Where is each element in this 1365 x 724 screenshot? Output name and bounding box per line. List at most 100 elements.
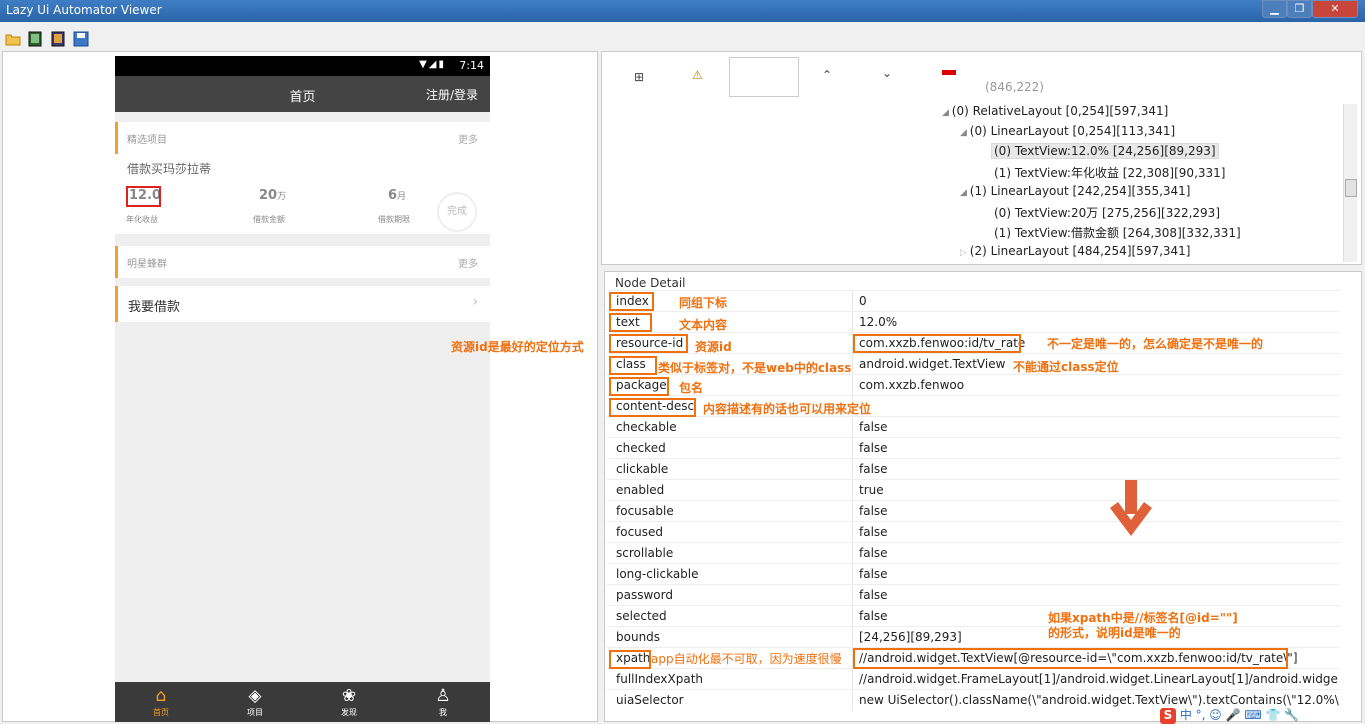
device-screenshot-icon[interactable] [27, 31, 43, 47]
tree-scrollbar[interactable] [1343, 104, 1357, 262]
project-card[interactable]: 借款买玛莎拉蒂 12.0 年化收益 20万 借款金额 6月 借款期限 [115, 154, 490, 234]
hierarchy-tree[interactable]: ◢ (0) RelativeLayout [0,254][597,341] ◢ … [602, 102, 1342, 262]
detail-row[interactable]: password false [606, 584, 1340, 606]
nav-home[interactable]: ⌂ 首页 [131, 685, 191, 718]
detail-value[interactable]: true [859, 483, 1339, 497]
highlight-resource-id-key [609, 334, 688, 353]
chevron-down-icon[interactable]: ⌄ [882, 66, 892, 80]
column-divider [852, 564, 853, 585]
highlight-text [609, 313, 652, 332]
period-label: 借款期限 [378, 215, 410, 224]
window-title: Lazy Ui Automator Viewer [6, 3, 162, 17]
detail-row[interactable]: clickable false [606, 458, 1340, 480]
ime-toolbar[interactable]: S 中 °, ☺ 🎤 ⌨ 👕 🔧 [1160, 706, 1365, 724]
annotation-package: 包名 [679, 381, 704, 395]
detail-value[interactable]: false [859, 567, 1339, 581]
detail-row[interactable]: fullIndexXpath //android.widget.FrameLayo… [606, 668, 1340, 690]
loan-row-label: 我要借款 [128, 300, 181, 315]
annotation-text: 文本内容 [679, 318, 728, 332]
detail-row[interactable]: focused false [606, 521, 1340, 543]
detail-value[interactable]: false [859, 462, 1339, 476]
project-name: 借款买玛莎拉蒂 [127, 162, 212, 176]
amount-value: 20万 [259, 188, 287, 203]
detail-value[interactable]: com.xxzb.fenwoo [859, 378, 1339, 392]
nav-projects[interactable]: ◈ 项目 [225, 685, 285, 718]
tree-node[interactable]: (0) TextView:20万 [275,256][322,293] [994, 204, 1220, 221]
tree-node-selected[interactable]: (0) TextView:12.0% [24,256][89,293] [991, 143, 1219, 159]
hierarchy-pane: ⊞ ⚠ ⌃ ⌄ (846,222) ◢ (0) RelativeLayout [… [601, 51, 1362, 265]
tree-node[interactable]: ◢ (0) LinearLayout [0,254][113,341] [960, 124, 1175, 138]
sogou-icon[interactable]: S [1160, 708, 1176, 724]
period-value: 6月 [388, 188, 407, 203]
column-divider [852, 501, 853, 522]
tree-node[interactable]: (1) TextView:借款金额 [264,308][332,331] [994, 224, 1241, 241]
nav-me[interactable]: ♙ 我 [413, 685, 473, 718]
login-link[interactable]: 注册/登录 [426, 86, 478, 103]
section-stars-more[interactable]: 更多 [458, 255, 478, 270]
column-divider [852, 690, 853, 711]
nav-discover[interactable]: ❀ 发现 [319, 685, 379, 718]
phone-screen[interactable]: ▼◢▮ 7:14 首页 注册/登录 精选项目 更多 借款买玛莎拉蒂 12.0 年… [115, 56, 490, 722]
detail-key: long-clickable [616, 567, 699, 581]
folder-open-icon[interactable] [5, 31, 21, 47]
ime-icons[interactable]: 中 °, ☺ 🎤 ⌨ 👕 🔧 [1180, 708, 1299, 722]
expand-all-icon[interactable]: ⊞ [634, 70, 644, 84]
annotation-class: 类似于标签对，不是web中的class [658, 361, 852, 375]
home-icon: ⌂ [155, 686, 167, 706]
detail-value[interactable]: //android.widget.FrameLayout[1]/android.… [859, 672, 1339, 686]
close-button[interactable]: ✕ [1312, 0, 1358, 18]
screenshot-pane[interactable]: ▼◢▮ 7:14 首页 注册/登录 精选项目 更多 借款买玛莎拉蒂 12.0 年… [2, 51, 598, 722]
status-bar: ▼◢▮ 7:14 [115, 56, 490, 76]
detail-value[interactable]: false [859, 588, 1339, 602]
detail-row[interactable]: enabled true [606, 479, 1340, 501]
column-divider [852, 627, 853, 648]
annotation-resource-id-best: 资源id是最好的定位方式 [451, 340, 584, 354]
detail-value[interactable]: new UiSelector().className(\"android.wid… [859, 693, 1339, 707]
minimize-button[interactable]: ▁ [1262, 0, 1287, 18]
column-divider [852, 312, 853, 333]
toggle-nafs-icon[interactable] [942, 70, 956, 75]
detail-row[interactable]: checked false [606, 437, 1340, 459]
tree-node[interactable]: ▷ (2) LinearLayout [484,254][597,341] [960, 244, 1190, 258]
save-icon[interactable] [73, 31, 89, 47]
detail-value[interactable]: 12.0% [859, 315, 1339, 329]
detail-value[interactable]: false [859, 546, 1339, 560]
device-screenshot-compressed-icon[interactable] [50, 31, 66, 47]
detail-row[interactable]: long-clickable false [606, 563, 1340, 585]
detail-value[interactable]: false [859, 504, 1339, 518]
toolbar [0, 28, 1365, 50]
tree-node[interactable]: ◢ (1) LinearLayout [242,254][355,341] [960, 184, 1190, 198]
detail-key: enabled [616, 483, 665, 497]
annotation-resource-id-note: 不一定是唯一的，怎么确定是不是唯一的 [1047, 337, 1264, 351]
column-divider [852, 459, 853, 480]
maximize-button[interactable]: ❐ [1287, 0, 1312, 18]
app-header: 首页 注册/登录 [115, 76, 490, 112]
detail-value[interactable]: false [859, 525, 1339, 539]
tree-node[interactable]: (1) TextView:年化收益 [22,308][90,331] [994, 164, 1225, 181]
detail-value[interactable]: 0 [859, 294, 1339, 308]
node-detail-header: Node Detail [615, 276, 686, 290]
column-divider [852, 606, 853, 627]
detail-row[interactable]: scrollable false [606, 542, 1340, 564]
detail-row[interactable]: checkable false [606, 416, 1340, 438]
chevron-up-icon[interactable]: ⌃ [822, 68, 832, 82]
zoom-box[interactable] [729, 57, 799, 97]
detail-value[interactable]: false [859, 420, 1339, 434]
detail-row[interactable]: focusable false [606, 500, 1340, 522]
title-bar: Lazy Ui Automator Viewer ▁ ❐ ✕ [0, 0, 1365, 22]
tree-node[interactable]: ◢ (0) RelativeLayout [0,254][597,341] [942, 104, 1168, 118]
detail-value[interactable]: false [859, 441, 1339, 455]
loan-row[interactable]: 我要借款 › [115, 286, 490, 322]
annotation-xpath-note-2: 的形式，说明id是唯一的 [1048, 626, 1181, 640]
section-featured-more[interactable]: 更多 [458, 131, 478, 146]
highlight-class [609, 356, 657, 375]
annotation-xpath: app自动化最不可取，因为速度很慢 [651, 652, 842, 666]
arrow-down-icon [1110, 480, 1152, 536]
status-badge: 完成 [437, 192, 477, 232]
warning-icon[interactable]: ⚠ [692, 68, 703, 82]
scroll-thumb[interactable] [1345, 179, 1357, 197]
detail-row[interactable]: bounds [24,256][89,293] [606, 626, 1340, 648]
column-divider [852, 543, 853, 564]
detail-row[interactable]: package com.xxzb.fenwoo [606, 374, 1340, 396]
annotation-class-note: 不能通过class定位 [1013, 360, 1119, 374]
